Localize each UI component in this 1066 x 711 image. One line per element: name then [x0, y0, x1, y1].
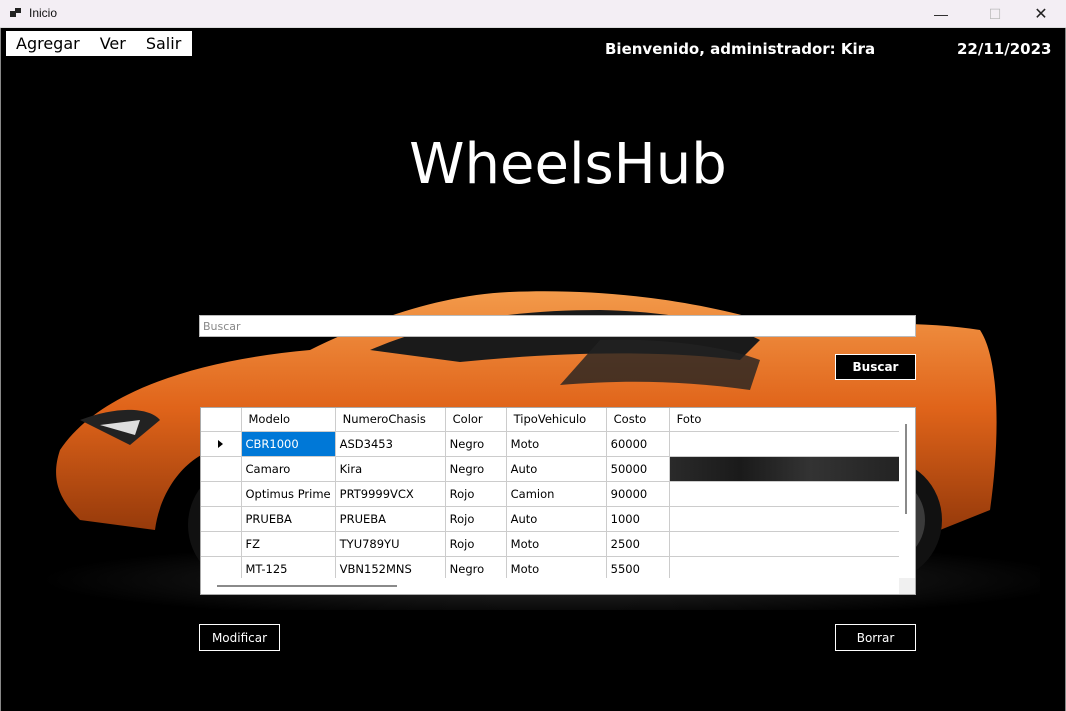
- cell-foto[interactable]: [669, 431, 906, 457]
- cell-tipovehiculo[interactable]: Camion: [506, 481, 607, 507]
- column-header-foto[interactable]: Foto: [669, 408, 906, 432]
- table-row[interactable]: Camaro Kira Negro Auto 50000: [201, 456, 906, 482]
- cell-foto[interactable]: [669, 506, 906, 532]
- cell-color[interactable]: Negro: [445, 431, 507, 457]
- cell-modelo[interactable]: FZ: [241, 531, 336, 557]
- cell-costo[interactable]: 2500: [606, 531, 670, 557]
- search-button[interactable]: Buscar: [835, 354, 916, 380]
- cell-color[interactable]: Rojo: [445, 481, 507, 507]
- row-selector[interactable]: [201, 456, 242, 482]
- menu-agregar[interactable]: Agregar: [6, 34, 90, 53]
- vehicles-grid[interactable]: Modelo NumeroChasis Color TipoVehiculo C…: [200, 407, 916, 595]
- cell-tipovehiculo[interactable]: Auto: [506, 456, 607, 482]
- minimize-button[interactable]: —: [918, 0, 964, 28]
- row-selector[interactable]: [201, 506, 242, 532]
- table-row[interactable]: PRUEBA PRUEBA Rojo Auto 1000: [201, 506, 906, 532]
- search-input[interactable]: [199, 315, 916, 337]
- cell-modelo[interactable]: Camaro: [241, 456, 336, 482]
- window-titlebar: Inicio — ☐ ✕: [0, 0, 1066, 28]
- vertical-scroll-thumb[interactable]: [905, 424, 907, 514]
- menu-bar: Agregar Ver Salir: [6, 31, 192, 56]
- close-button[interactable]: ✕: [1018, 0, 1064, 28]
- row-selector[interactable]: [201, 431, 242, 457]
- cell-numerochasis[interactable]: PRT9999VCX: [335, 481, 446, 507]
- cell-foto-image[interactable]: [669, 456, 906, 482]
- column-header-tipovehiculo[interactable]: TipoVehiculo: [506, 408, 607, 432]
- vertical-scrollbar[interactable]: [899, 408, 915, 578]
- column-header-costo[interactable]: Costo: [606, 408, 670, 432]
- cell-modelo[interactable]: PRUEBA: [241, 506, 336, 532]
- column-header-modelo[interactable]: Modelo: [241, 408, 336, 432]
- horizontal-scroll-thumb[interactable]: [217, 585, 397, 587]
- cell-modelo[interactable]: CBR1000: [241, 431, 336, 457]
- cell-costo[interactable]: 1000: [606, 506, 670, 532]
- cell-color[interactable]: Rojo: [445, 506, 507, 532]
- table-row[interactable]: Optimus Prime PRT9999VCX Rojo Camion 900…: [201, 481, 906, 507]
- app-icon: [10, 8, 21, 19]
- table-row[interactable]: FZ TYU789YU Rojo Moto 2500: [201, 531, 906, 557]
- cell-tipovehiculo[interactable]: Auto: [506, 506, 607, 532]
- cell-numerochasis[interactable]: TYU789YU: [335, 531, 446, 557]
- cell-tipovehiculo[interactable]: Moto: [506, 531, 607, 557]
- row-selector[interactable]: [201, 481, 242, 507]
- delete-button[interactable]: Borrar: [835, 624, 916, 651]
- cell-costo[interactable]: 60000: [606, 431, 670, 457]
- date-label: 22/11/2023: [957, 40, 1052, 58]
- current-row-arrow-icon: [218, 439, 224, 448]
- cell-color[interactable]: Rojo: [445, 531, 507, 557]
- horizontal-scrollbar[interactable]: [201, 578, 899, 594]
- cell-tipovehiculo[interactable]: Moto: [506, 431, 607, 457]
- menu-salir[interactable]: Salir: [136, 34, 191, 53]
- maximize-button[interactable]: ☐: [972, 0, 1018, 28]
- vehicles-table: Modelo NumeroChasis Color TipoVehiculo C…: [201, 408, 906, 582]
- app-title: WheelsHub: [409, 132, 727, 197]
- column-header-color[interactable]: Color: [445, 408, 507, 432]
- welcome-label: Bienvenido, administrador: Kira: [605, 40, 876, 58]
- row-selector[interactable]: [201, 531, 242, 557]
- column-header-numerochasis[interactable]: NumeroChasis: [335, 408, 446, 432]
- cell-color[interactable]: Negro: [445, 456, 507, 482]
- table-header-row: Modelo NumeroChasis Color TipoVehiculo C…: [201, 408, 906, 432]
- cell-foto[interactable]: [669, 531, 906, 557]
- cell-numerochasis[interactable]: ASD3453: [335, 431, 446, 457]
- row-header-corner: [201, 408, 242, 432]
- cell-foto[interactable]: [669, 481, 906, 507]
- cell-modelo[interactable]: Optimus Prime: [241, 481, 336, 507]
- scrollbar-corner: [899, 578, 915, 594]
- cell-numerochasis[interactable]: Kira: [335, 456, 446, 482]
- modify-button[interactable]: Modificar: [199, 624, 280, 651]
- cell-costo[interactable]: 90000: [606, 481, 670, 507]
- window-title: Inicio: [29, 6, 58, 20]
- cell-costo[interactable]: 50000: [606, 456, 670, 482]
- cell-numerochasis[interactable]: PRUEBA: [335, 506, 446, 532]
- table-row[interactable]: CBR1000 ASD3453 Negro Moto 60000: [201, 431, 906, 457]
- menu-ver[interactable]: Ver: [90, 34, 136, 53]
